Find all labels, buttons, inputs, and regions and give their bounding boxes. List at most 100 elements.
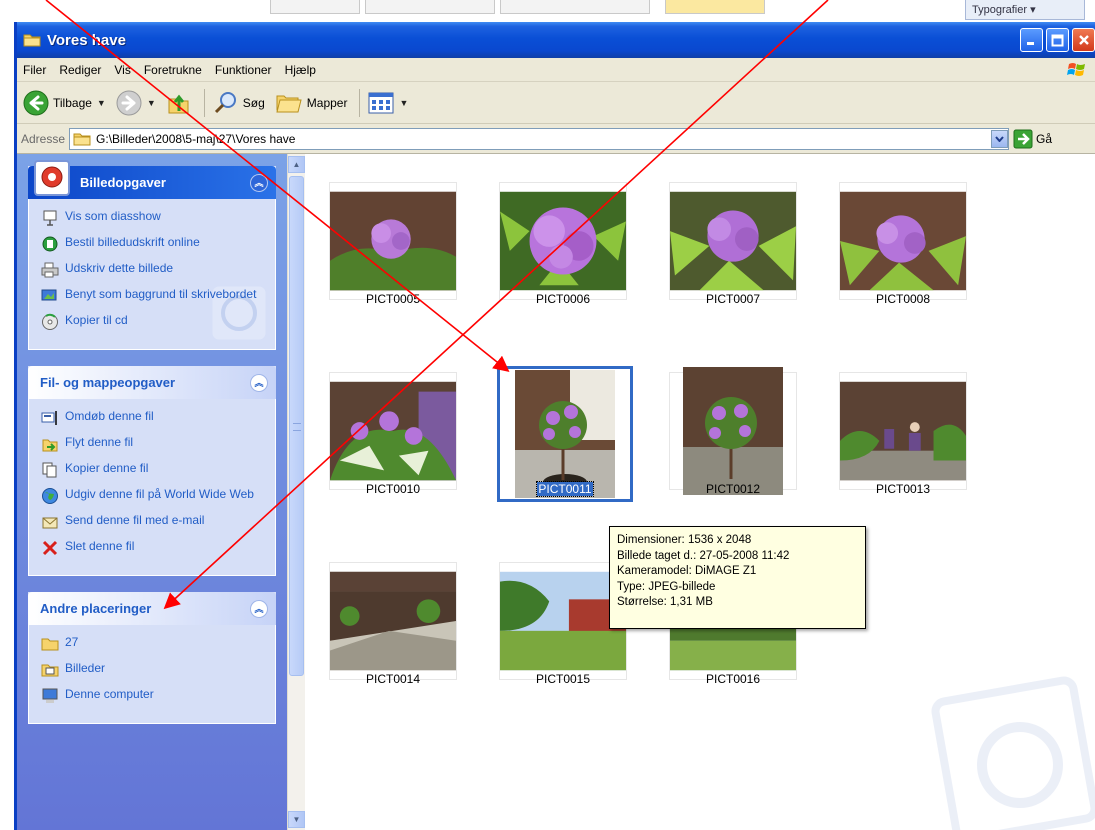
thumbnail-pict0008[interactable] [839,182,967,300]
thumbnail-pict0007[interactable] [669,182,797,300]
folders-label: Mapper [306,95,348,110]
photo-pict0014 [330,571,456,671]
views-icon [368,92,394,113]
task-label: Kopier denne fil [65,461,149,475]
rename-icon [41,411,57,425]
menu-help[interactable]: Hjælp [285,63,325,77]
filename-pict0012[interactable]: PICT0012 [669,482,797,496]
toolbar: Tilbage ▼ ▼ Søg Mapper ▼ [17,82,1095,124]
scroll-up-button[interactable]: ▲ [288,156,305,173]
task-send-email[interactable]: Send denne fil med e-mail [41,513,267,531]
thumbnail-pict0010[interactable] [329,372,457,490]
task-pane-scrollbar[interactable]: ▲ ▼ [287,154,305,830]
thumbnail-pict0013[interactable] [839,372,967,490]
collapse-icon[interactable]: ︽ [250,173,268,192]
filename-pict0015[interactable]: PICT0015 [499,672,627,686]
menu-file[interactable]: Filer [23,63,55,77]
go-label: Gå [1036,131,1053,146]
picture-tasks-header[interactable]: Billedopgaver ︽ [28,160,276,199]
forward-button[interactable]: ▼ [116,90,156,116]
task-label: Udgiv denne fil på World Wide Web [65,487,254,501]
maximize-icon [1051,34,1064,46]
cd-icon [42,313,58,330]
place-pictures[interactable]: Billeder [41,661,267,679]
back-dropdown-icon[interactable]: ▼ [97,98,106,108]
address-input[interactable]: G:\Billeder\2008\5-maj\27\Vores have [69,127,1010,150]
collapse-icon[interactable]: ︽ [250,373,268,392]
filename-pict0013[interactable]: PICT0013 [839,482,967,496]
task-copy[interactable]: Kopier denne fil [41,461,267,479]
filename-pict0016[interactable]: PICT0016 [669,672,797,686]
menu-favorites[interactable]: Foretrukne [144,63,211,77]
search-button[interactable]: Søg [213,90,265,116]
close-button[interactable] [1072,28,1095,52]
filename-pict0006[interactable]: PICT0006 [499,292,627,306]
task-delete[interactable]: Slet denne fil [41,539,267,557]
go-button[interactable]: Gå [1013,129,1052,149]
maximize-button[interactable] [1046,28,1069,52]
other-places-header[interactable]: Andre placeringer ︽ [28,592,276,625]
collapse-icon[interactable]: ︽ [250,599,268,618]
scroll-down-button[interactable]: ▼ [288,811,305,828]
folder-icon [41,638,59,651]
file-tasks-header[interactable]: Fil- og mappeopgaver ︽ [28,366,276,399]
task-move[interactable]: Flyt denne fil [41,435,267,453]
task-set-background[interactable]: Benyt som baggrund til skrivebordet [41,287,267,305]
task-label: Kopier til cd [65,313,128,327]
views-dropdown-icon[interactable]: ▼ [399,98,408,108]
copy-file-icon [42,462,57,478]
back-button[interactable]: Tilbage ▼ [23,90,106,116]
task-label: Udskriv dette billede [65,261,174,275]
minimize-button[interactable] [1020,28,1043,52]
up-folder-button[interactable] [166,90,192,116]
filename-pict0010[interactable]: PICT0010 [329,482,457,496]
other-places-title: Andre placeringer [40,601,152,616]
photo-pict0010 [330,381,456,481]
computer-icon [42,688,58,703]
task-print-picture[interactable]: Udskriv dette billede [41,261,267,279]
thumbnail-pict0006[interactable] [499,182,627,300]
forward-dropdown-icon[interactable]: ▼ [147,98,156,108]
address-dropdown-button[interactable] [991,129,1009,148]
scroll-thumb[interactable] [289,176,304,676]
filename-pict0008[interactable]: PICT0008 [839,292,967,306]
menu-view[interactable]: Vis [114,63,139,77]
filename-pict0014[interactable]: PICT0014 [329,672,457,686]
thumbnail-pict0012[interactable] [669,367,797,495]
thumbnail-pict0014[interactable] [329,562,457,680]
task-label: Benyt som baggrund til skrivebordet [65,287,257,301]
place-my-computer[interactable]: Denne computer [41,687,267,705]
task-rename[interactable]: Omdøb denne fil [41,409,267,427]
up-folder-icon [168,94,189,113]
folders-button[interactable]: Mapper [275,90,348,116]
title-bar[interactable]: Vores have [17,22,1095,58]
globe-icon [42,488,58,504]
task-copy-to-cd[interactable]: Kopier til cd [41,313,267,331]
place-folder-27[interactable]: 27 [41,635,267,653]
menu-tools[interactable]: Funktioner [215,63,281,77]
filename-pict0005[interactable]: PICT0005 [329,292,457,306]
task-order-prints[interactable]: Bestil billedudskrift online [41,235,267,253]
search-label: Søg [242,95,265,110]
task-publish-web[interactable]: Udgiv denne fil på World Wide Web [41,487,267,505]
task-label: Send denne fil med e-mail [65,513,205,527]
slideshow-icon [43,210,57,226]
thumbnail-pict0015[interactable] [499,562,627,680]
close-icon [1078,35,1089,45]
filename-pict0011[interactable]: PICT0011 [501,481,629,497]
menu-edit[interactable]: Rediger [59,63,110,77]
tooltip-dimensions: Dimensioner: 1536 x 2048 [617,534,752,546]
views-button[interactable]: ▼ [368,91,408,115]
chevron-down-icon [995,135,1004,142]
filename-pict0007[interactable]: PICT0007 [669,292,797,306]
file-info-tooltip: Dimensioner: 1536 x 2048 Billede taget d… [609,526,866,629]
address-label: Adresse [21,131,66,146]
folder-icon [73,133,91,145]
file-tasks-title: Fil- og mappeopgaver [40,375,176,390]
search-icon [214,91,236,113]
thumbnail-pict0005[interactable] [329,182,457,300]
task-label: Omdøb denne fil [65,409,154,423]
file-tasks-body: Omdøb denne fil Flyt denne fil Kopier de… [28,399,276,576]
task-slideshow[interactable]: Vis som diasshow [41,209,267,227]
photo-pict0006 [500,191,626,291]
